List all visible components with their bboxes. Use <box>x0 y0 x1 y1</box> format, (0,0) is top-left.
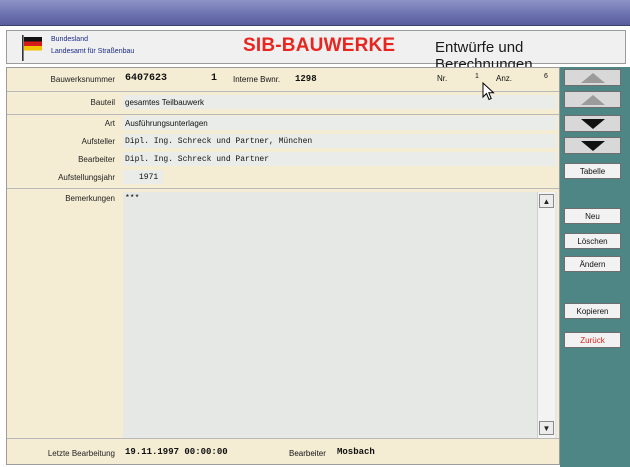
teilbauwerk-number[interactable]: 1 <box>211 73 217 84</box>
bearbeiter-value: Dipl. Ing. Schreck und Partner <box>125 155 270 164</box>
divider <box>7 188 559 189</box>
scroll-up-button[interactable]: ▲ <box>539 194 554 208</box>
record-form: Bauwerksnummer 6407623 1 Interne Bwnr. 1… <box>6 67 560 465</box>
window-title-bar <box>0 0 630 26</box>
art-value: Ausführungsunterlagen <box>125 119 208 128</box>
aufsteller-value: Dipl. Ing. Schreck und Partner, München <box>125 137 313 146</box>
divider <box>7 114 559 115</box>
letzte-bearbeitung-value: 19.11.1997 00:00:00 <box>125 447 228 457</box>
app-header: Bundesland Landesamt für Straßenbau SIB-… <box>6 30 626 73</box>
footer-bearbeiter-label: Bearbeiter <box>289 449 326 458</box>
aufstellungsjahr-label: Aufstellungsjahr <box>58 173 115 182</box>
nr-label: Nr. <box>437 74 448 83</box>
bemerkungen-value: *** <box>125 194 140 203</box>
bauwerksnummer-label: Bauwerksnummer <box>50 75 115 84</box>
next-record-button[interactable] <box>564 115 621 132</box>
scroll-down-button[interactable]: ▼ <box>539 421 554 435</box>
aendern-button[interactable]: Ändern <box>564 256 621 272</box>
bauwerksnummer-value[interactable]: 6407623 <box>125 73 167 84</box>
divider <box>7 438 559 439</box>
aufsteller-label: Aufsteller <box>81 137 115 146</box>
anz-value: 6 <box>544 73 548 80</box>
bemerkungen-scrollbar[interactable]: ▲ ▼ <box>537 192 555 438</box>
interne-bwnr-value[interactable]: 1298 <box>295 74 317 84</box>
kopieren-button[interactable]: Kopieren <box>564 303 621 319</box>
bemerkungen-label: Bemerkungen <box>65 194 115 203</box>
previous-record-icon <box>580 94 605 105</box>
action-sidebar: Tabelle Neu Löschen Ändern Kopieren Zurü… <box>560 67 630 467</box>
nr-value: 1 <box>475 73 479 80</box>
last-record-icon <box>580 140 605 151</box>
bemerkungen-textarea[interactable]: *** <box>123 192 557 438</box>
neu-button[interactable]: Neu <box>564 208 621 224</box>
previous-record-button[interactable] <box>564 91 621 108</box>
divider <box>7 91 559 92</box>
first-record-icon <box>580 72 605 83</box>
interne-bwnr-label: Interne Bwnr. <box>233 75 281 84</box>
chevron-down-icon: ▼ <box>542 423 551 433</box>
bauteil-label: Bauteil <box>90 98 115 107</box>
tabelle-button[interactable]: Tabelle <box>564 163 621 179</box>
letzte-bearbeitung-label: Letzte Bearbeitung <box>47 449 115 458</box>
anz-label: Anz. <box>496 74 513 83</box>
chevron-up-icon: ▲ <box>542 196 551 206</box>
aufstellungsjahr-value: 1971 <box>139 173 159 182</box>
last-record-button[interactable] <box>564 137 621 154</box>
org-name-line1: Bundesland <box>51 36 88 43</box>
footer-bearbeiter-value: Mosbach <box>337 447 375 457</box>
zurueck-button[interactable]: Zurück <box>564 332 621 348</box>
mouse-cursor-icon <box>482 82 495 101</box>
app-title: SIB-BAUWERKE <box>243 35 396 56</box>
bearbeiter-label: Bearbeiter <box>78 155 115 164</box>
first-record-button[interactable] <box>564 69 621 86</box>
next-record-icon <box>580 118 605 129</box>
loeschen-button[interactable]: Löschen <box>564 233 621 249</box>
bauteil-value: gesamtes Teilbauwerk <box>125 98 205 107</box>
art-label: Art <box>104 119 115 128</box>
state-flag-logo <box>22 35 42 61</box>
org-name-line2: Landesamt für Straßenbau <box>51 48 135 55</box>
